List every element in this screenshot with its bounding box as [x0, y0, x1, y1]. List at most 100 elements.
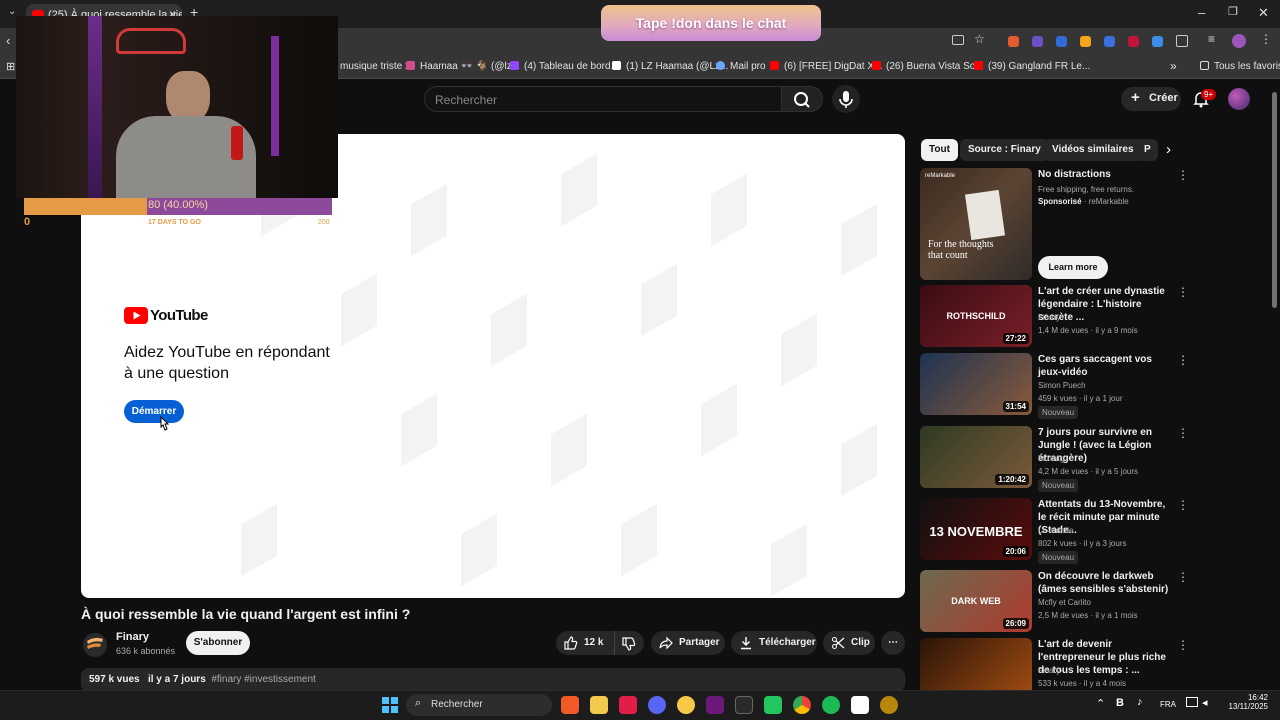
channel-avatar[interactable] — [83, 633, 107, 657]
start-survey-button[interactable]: Démarrer — [124, 400, 184, 423]
chip-similar-videos[interactable]: Vidéos similaires — [1044, 139, 1142, 161]
bookmark-item[interactable]: (6) [FREE] DigDat X... — [770, 61, 882, 72]
capcut-icon[interactable] — [851, 696, 869, 714]
brave-app-icon[interactable] — [561, 696, 579, 714]
extension-icon[interactable] — [1056, 36, 1067, 47]
volume-icon[interactable]: ◂ — [1202, 696, 1208, 709]
file-explorer-icon[interactable] — [590, 696, 608, 714]
more-vertical-icon[interactable]: ⋮ — [1177, 285, 1189, 299]
bookmark-label: Haamaa 👓 🐐 (@lz... — [420, 61, 521, 72]
account-avatar[interactable] — [1228, 88, 1250, 110]
chip-source-finary[interactable]: Source : Finary — [960, 139, 1049, 161]
chrome-menu-icon[interactable]: ⋮ — [1260, 32, 1272, 46]
recommendation-card[interactable]: 31:54 Ces gars saccagent vos jeux-vidéo Si… — [920, 353, 1250, 419]
profile-avatar[interactable] — [1232, 34, 1246, 48]
learn-more-button[interactable]: Learn more — [1038, 256, 1108, 279]
chevron-right-icon[interactable]: › — [1166, 141, 1171, 158]
subscribe-button[interactable]: S'abonner — [186, 631, 250, 655]
bookmark-star-icon[interactable]: ☆ — [974, 32, 985, 46]
x-icon — [612, 61, 621, 70]
extension-icon[interactable] — [1032, 36, 1043, 47]
recommendation-card[interactable]: DARK WEB 26:09 On découvre le darkweb (âme… — [920, 570, 1250, 636]
all-favorites-folder[interactable]: Tous les favoris — [1200, 61, 1280, 72]
app-icon[interactable] — [880, 696, 898, 714]
more-vertical-icon[interactable]: ⋮ — [1177, 638, 1189, 652]
more-vertical-icon[interactable]: ⋮ — [1177, 570, 1189, 584]
minimize-window-icon[interactable]: – — [1198, 5, 1205, 20]
spotify-icon[interactable] — [822, 696, 840, 714]
search-button[interactable] — [781, 86, 823, 112]
chevron-up-icon[interactable]: ⌃ — [1096, 697, 1105, 710]
video-thumbnail: ROTHSCHILD 27:22 — [920, 285, 1032, 347]
taskbar-clock[interactable]: 16:42 13/11/2025 — [1224, 693, 1268, 711]
recommendation-card[interactable]: 13 NOVEMBRE 20:06 Attentats du 13-Novembre… — [920, 498, 1250, 564]
clip-button[interactable]: Clip — [823, 631, 875, 655]
chrome-icon[interactable] — [793, 696, 811, 714]
extension-icon[interactable] — [1080, 36, 1091, 47]
more-bookmarks-icon[interactable]: » — [1170, 59, 1177, 73]
tray-app-icon[interactable]: B — [1116, 697, 1124, 709]
video-description[interactable]: 597 k vues il y a 7 jours #finary #inves… — [81, 668, 905, 692]
download-icon[interactable] — [1152, 36, 1163, 47]
share-button[interactable]: Partager — [651, 631, 725, 655]
bookmark-item[interactable]: (39) Gangland FR Le... — [974, 61, 1090, 72]
bookmark-item[interactable]: Mail pro — [716, 61, 766, 72]
like-button[interactable]: 12 k — [556, 631, 614, 655]
clock-time: 16:42 — [1247, 693, 1268, 702]
download-icon — [741, 637, 751, 650]
bookmark-item[interactable]: (4) Tableau de bord... — [510, 61, 619, 72]
taskbar-search-label: Rechercher — [431, 699, 483, 710]
more-actions-button[interactable]: ⋯ — [881, 631, 905, 655]
back-icon[interactable]: ‹ — [6, 33, 10, 48]
discord-icon[interactable] — [648, 696, 666, 714]
more-vertical-icon[interactable]: ⋮ — [1177, 353, 1189, 367]
extension-icon[interactable] — [1128, 36, 1139, 47]
chip-all[interactable]: Tout — [921, 139, 958, 161]
extension-icon[interactable] — [1104, 36, 1115, 47]
restore-window-icon[interactable]: ❐ — [1228, 5, 1238, 18]
more-vertical-icon[interactable]: ⋮ — [1177, 168, 1189, 182]
chip-more[interactable]: P — [1136, 139, 1158, 161]
bookmark-label: (39) Gangland FR Le... — [988, 61, 1091, 72]
next-app-icon[interactable] — [706, 696, 724, 714]
app-icon[interactable] — [764, 696, 782, 714]
youtube-logo-text: YouTube — [150, 307, 208, 324]
recommendation-channel: Inoxtag — [1038, 454, 1065, 463]
page-scrollbar[interactable] — [1272, 92, 1277, 308]
voice-search-button[interactable] — [832, 85, 860, 113]
search-input[interactable]: Rechercher — [424, 86, 782, 112]
hashtags[interactable]: #finary #investissement — [211, 674, 316, 685]
bookmark-label: Mail pro — [730, 61, 766, 72]
network-icon[interactable] — [1186, 697, 1198, 707]
clip-label: Clip — [851, 637, 870, 648]
video-thumbnail: 31:54 — [920, 353, 1032, 415]
input-language[interactable]: FRA — [1160, 700, 1176, 709]
create-button[interactable]: + Créer — [1121, 87, 1181, 111]
bookmark-item[interactable]: (1) LZ Haamaa (@Lz... — [612, 61, 728, 72]
more-vertical-icon[interactable]: ⋮ — [1177, 498, 1189, 512]
channel-name[interactable]: Finary — [116, 631, 149, 643]
extensions-puzzle-icon[interactable] — [1176, 35, 1188, 47]
extension-icon[interactable] — [1008, 36, 1019, 47]
recommendation-card[interactable]: 1:20:42 7 jours pour survivre en Jungle !… — [920, 426, 1250, 492]
more-vertical-icon[interactable]: ⋮ — [1177, 426, 1189, 440]
download-button[interactable]: Télécharger — [731, 631, 817, 655]
apps-grid-icon[interactable]: ⊞ — [6, 60, 15, 73]
windows-start-icon[interactable] — [381, 696, 399, 714]
bookmark-item[interactable]: musique triste 2 — [340, 61, 411, 72]
app-icon[interactable] — [619, 696, 637, 714]
close-window-icon[interactable]: ✕ — [1258, 5, 1269, 21]
dislike-button[interactable] — [614, 631, 644, 655]
led-light — [88, 16, 102, 198]
microphone-icon[interactable]: ♪ — [1137, 696, 1143, 708]
recommendation-meta: 4,2 M de vues · il y a 5 jours — [1038, 467, 1139, 476]
bookmark-item[interactable]: Haamaa 👓 🐐 (@lz... — [406, 61, 520, 72]
recommendation-card[interactable]: ROTHSCHILD 27:22 L'art de créer une dynast… — [920, 285, 1250, 351]
cast-icon[interactable] — [952, 35, 964, 45]
app-icon[interactable] — [677, 696, 695, 714]
taskbar-search[interactable]: ⌕ Rechercher — [406, 694, 552, 716]
sponsored-card[interactable]: reMarkable For the thoughts that count N… — [920, 168, 1250, 280]
bookmark-item[interactable]: (26) Buena Vista So... — [872, 61, 984, 72]
app-icon[interactable] — [735, 696, 753, 714]
reading-list-icon[interactable]: ≡ — [1208, 32, 1215, 46]
